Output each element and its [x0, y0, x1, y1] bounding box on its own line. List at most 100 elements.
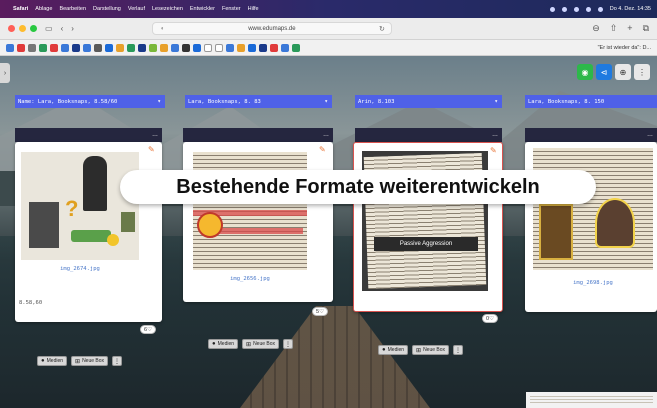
column-header[interactable]: Arin, 8.103 ▾ [355, 95, 502, 108]
menu-app-name[interactable]: Safari [13, 6, 28, 12]
image-caption[interactable]: img_2656.jpg [193, 276, 307, 282]
clock[interactable]: Do 4. Dez. 14:35 [610, 6, 651, 12]
favorite-icon[interactable] [61, 43, 69, 52]
menu-lesezeichen[interactable]: Lesezeichen [152, 6, 183, 12]
favorite-icon[interactable] [6, 43, 14, 52]
zoom-window-button[interactable] [30, 25, 37, 32]
more-options-icon[interactable]: ⋮ [634, 64, 650, 80]
like-counter[interactable]: 0♡ [482, 314, 498, 323]
card-menu-icon[interactable]: … [323, 132, 329, 138]
search-icon[interactable] [597, 6, 603, 12]
favorite-icon[interactable] [50, 43, 58, 52]
new-box-button[interactable]: ⊞ Neue Box [412, 345, 450, 355]
tray-icon[interactable] [573, 6, 579, 12]
favorite-icon[interactable] [226, 43, 234, 52]
minimize-window-button[interactable] [19, 25, 26, 32]
card[interactable]: ✎ ? img_2674.jpg 8.58,60 [15, 142, 162, 322]
collapse-arrow-icon[interactable]: ▾ [324, 98, 328, 105]
favorite-icon[interactable] [204, 43, 212, 52]
favorite-icon[interactable] [193, 43, 201, 52]
forward-icon[interactable]: › [71, 24, 74, 33]
favorite-icon[interactable] [28, 43, 36, 52]
menu-entwickler[interactable]: Entwickler [190, 6, 215, 12]
next-card-preview[interactable] [526, 392, 657, 408]
card-image[interactable] [533, 148, 653, 270]
download-icon[interactable]: ⊖ [592, 23, 600, 34]
card-menu-icon[interactable]: … [647, 132, 653, 138]
column-menu-icon[interactable]: ⋮ [112, 356, 123, 366]
favorite-icon[interactable] [105, 43, 113, 52]
favorite-icon[interactable] [248, 43, 256, 52]
card-selected[interactable]: ✎ Passive Aggression [353, 142, 503, 312]
media-icon: ● [212, 341, 216, 347]
close-window-button[interactable] [8, 25, 15, 32]
new-box-button[interactable]: ⊞ Neue Box [242, 339, 280, 349]
column-header[interactable]: Lara, Booksnaps, 8. 83 ▾ [185, 95, 332, 108]
tab-overview-icon[interactable]: ⧉ [643, 23, 649, 34]
sidebar-icon[interactable]: ▭ [45, 24, 53, 33]
favorite-icon[interactable] [171, 43, 179, 52]
favorite-icon[interactable] [127, 43, 135, 52]
sidebar-toggle-button[interactable]: › [0, 63, 10, 83]
card-image[interactable]: ? [21, 152, 139, 260]
share-icon[interactable]: ⇧ [610, 23, 618, 34]
favorite-icon[interactable] [215, 43, 223, 52]
zoom-icon[interactable]: ⊕ [615, 64, 631, 80]
favorite-icon[interactable] [94, 43, 102, 52]
favorite-icon[interactable] [270, 43, 278, 52]
favorite-icon[interactable] [138, 43, 146, 52]
like-counter[interactable]: 6♡ [140, 325, 156, 334]
column-title: Arin, 8.103 [358, 98, 395, 105]
image-caption[interactable]: img_2674.jpg [21, 266, 139, 272]
like-count: 0 [486, 316, 490, 322]
address-bar[interactable]: ◐ www.edumaps.de ↻ [151, 22, 392, 35]
column-header[interactable]: Name: Lara, Booksnaps, 8.58/60 ▾ [15, 95, 165, 108]
card[interactable]: ✎ img_2656.jpg [183, 142, 333, 302]
favorite-icon[interactable] [259, 43, 267, 52]
favorite-icon[interactable] [160, 43, 168, 52]
menu-darstellung[interactable]: Darstellung [93, 6, 121, 12]
card-menu-icon[interactable]: … [492, 132, 498, 138]
edit-icon[interactable]: ✎ [490, 146, 497, 155]
back-icon[interactable]: ‹ [61, 24, 64, 33]
card[interactable]: img_2698.jpg [525, 142, 657, 312]
new-box-button[interactable]: ⊞ Neue Box [71, 356, 109, 366]
favorite-icon[interactable] [281, 43, 289, 52]
card-menu-icon[interactable]: … [152, 132, 158, 138]
vs-code-icon[interactable]: ⊲ [596, 64, 612, 80]
media-button[interactable]: ● Medien [37, 356, 68, 366]
edit-icon[interactable]: ✎ [319, 145, 326, 154]
menu-fenster[interactable]: Fenster [222, 6, 241, 12]
favorite-link[interactable]: "Er ist wieder da": D... [598, 45, 651, 51]
collapse-arrow-icon[interactable]: ▾ [157, 98, 161, 105]
favorite-icon[interactable] [83, 43, 91, 52]
favorite-icon[interactable] [292, 43, 300, 52]
favorite-icon[interactable] [39, 43, 47, 52]
media-button[interactable]: ● Medien [378, 345, 409, 355]
column-header[interactable]: Lara, Booksnaps, 8. 150 [525, 95, 657, 108]
favorite-icon[interactable] [72, 43, 80, 52]
tray-icon[interactable] [549, 6, 555, 12]
menu-verlauf[interactable]: Verlauf [128, 6, 145, 12]
favorite-icon[interactable] [116, 43, 124, 52]
card-meta: 8.58,60 [19, 300, 43, 306]
edit-icon[interactable]: ✎ [148, 145, 155, 154]
column-menu-icon[interactable]: ⋮ [283, 339, 294, 349]
image-caption[interactable]: img_2698.jpg [533, 280, 653, 286]
wifi-icon[interactable] [585, 6, 591, 12]
menu-bearbeiten[interactable]: Bearbeiten [59, 6, 86, 12]
reload-icon[interactable]: ↻ [379, 25, 385, 33]
tray-icon[interactable] [561, 6, 567, 12]
like-counter[interactable]: 5♡ [312, 307, 328, 316]
menu-hilfe[interactable]: Hilfe [248, 6, 259, 12]
favorite-icon[interactable] [17, 43, 25, 52]
column-menu-icon[interactable]: ⋮ [453, 345, 464, 355]
favorite-icon[interactable] [149, 43, 157, 52]
favorite-icon[interactable] [182, 43, 190, 52]
media-button[interactable]: ● Medien [208, 339, 239, 349]
favorite-icon[interactable] [237, 43, 245, 52]
collapse-arrow-icon[interactable]: ▾ [494, 98, 498, 105]
menu-ablage[interactable]: Ablage [35, 6, 52, 12]
new-tab-icon[interactable]: + [627, 23, 632, 34]
eye-icon[interactable]: ◉ [577, 64, 593, 80]
